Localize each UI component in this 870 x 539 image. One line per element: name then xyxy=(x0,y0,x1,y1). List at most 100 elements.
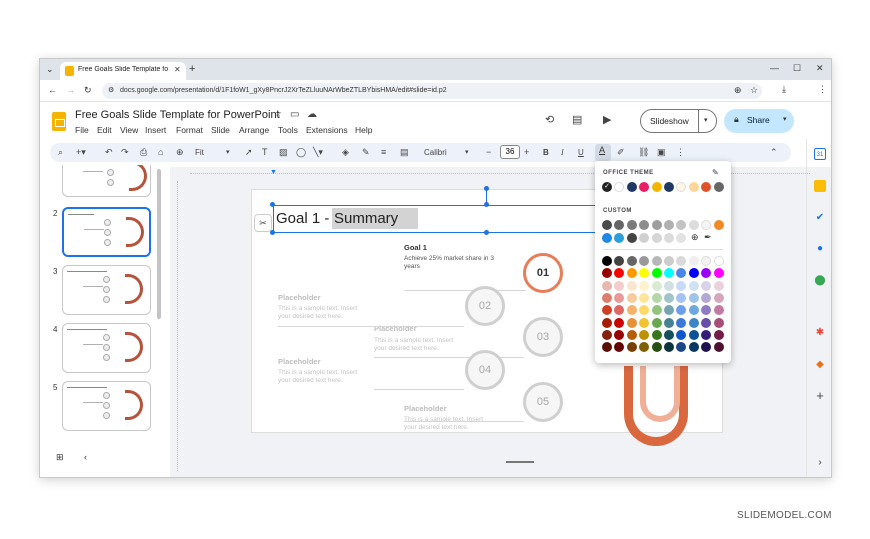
slides-logo-icon[interactable] xyxy=(52,112,66,131)
palette-color-swatch[interactable] xyxy=(602,280,612,291)
calendar-icon[interactable]: 31 xyxy=(814,148,826,160)
custom-color-swatch[interactable] xyxy=(614,220,625,230)
palette-color-swatch[interactable] xyxy=(614,329,625,340)
custom-color-swatch[interactable] xyxy=(602,220,612,230)
palette-color-swatch[interactable] xyxy=(701,292,712,303)
share-button[interactable]: 🔒︎ Share ▾ xyxy=(724,109,794,133)
link-icon[interactable]: ⛓ xyxy=(638,146,649,159)
menu-help[interactable]: Help xyxy=(355,125,372,135)
resize-handle[interactable] xyxy=(484,230,489,235)
addon-asterisk-icon[interactable]: ✱ xyxy=(814,327,826,339)
palette-color-swatch[interactable] xyxy=(626,292,637,303)
panel-scrollbar[interactable] xyxy=(157,169,161,319)
palette-color-swatch[interactable] xyxy=(651,305,662,316)
rotate-handle[interactable] xyxy=(484,186,489,191)
custom-color-swatch[interactable] xyxy=(676,220,687,230)
slide-thumbnail-4[interactable] xyxy=(62,323,151,373)
palette-color-swatch[interactable] xyxy=(676,268,687,279)
menu-tools[interactable]: Tools xyxy=(278,125,298,135)
palette-color-swatch[interactable] xyxy=(651,256,662,266)
palette-color-swatch[interactable] xyxy=(688,256,699,266)
palette-color-swatch[interactable] xyxy=(664,280,674,291)
palette-color-swatch[interactable] xyxy=(688,280,699,291)
redo-icon[interactable]: ↷ xyxy=(121,146,129,159)
slideshow-dropdown-icon[interactable]: ▾ xyxy=(704,117,708,124)
palette-color-swatch[interactable] xyxy=(626,256,637,266)
custom-color-swatch[interactable] xyxy=(664,233,674,243)
slideshow-button[interactable]: Slideshow ▾ xyxy=(640,109,717,133)
palette-color-swatch[interactable] xyxy=(713,280,724,291)
palette-color-swatch[interactable] xyxy=(626,317,637,328)
palette-color-swatch[interactable] xyxy=(614,292,625,303)
add-custom-color-icon[interactable]: ⊕ xyxy=(691,233,699,242)
palette-color-swatch[interactable] xyxy=(664,256,674,266)
maximize-icon[interactable]: ☐ xyxy=(793,64,801,73)
image-icon[interactable]: ▨ xyxy=(279,146,288,159)
palette-color-swatch[interactable] xyxy=(614,305,625,316)
italic-button[interactable]: I xyxy=(561,146,564,159)
palette-color-swatch[interactable] xyxy=(713,292,724,303)
zoom-dropdown-icon[interactable]: ▾ xyxy=(226,146,230,159)
custom-color-swatch[interactable] xyxy=(664,220,674,230)
palette-color-swatch[interactable] xyxy=(639,317,650,328)
download-icon[interactable]: ⤓ xyxy=(782,85,786,94)
title-textbox[interactable]: Goal 1 - Summary xyxy=(273,205,603,233)
menu-format[interactable]: Format xyxy=(176,125,203,135)
palette-color-swatch[interactable] xyxy=(664,268,674,279)
share-dropdown-icon[interactable]: ▾ xyxy=(783,116,787,123)
menu-view[interactable]: View xyxy=(120,125,138,135)
paint-format-icon[interactable]: ⌂ xyxy=(158,146,163,159)
custom-color-swatch[interactable] xyxy=(651,220,662,230)
palette-color-swatch[interactable] xyxy=(676,280,687,291)
add-comment-icon[interactable]: ▣ xyxy=(657,146,666,159)
theme-color-swatch[interactable] xyxy=(676,182,687,192)
back-icon[interactable]: ← xyxy=(48,86,57,95)
palette-color-swatch[interactable] xyxy=(602,329,612,340)
custom-color-swatch[interactable] xyxy=(688,220,699,230)
font-dropdown-icon[interactable]: ▾ xyxy=(465,146,469,159)
palette-color-swatch[interactable] xyxy=(676,256,687,266)
custom-color-swatch[interactable] xyxy=(626,220,637,230)
font-select[interactable]: Calibri xyxy=(424,146,447,159)
custom-color-swatch[interactable] xyxy=(651,233,662,243)
maps-icon[interactable]: ⬤ xyxy=(814,275,826,287)
bookmark-star-icon[interactable]: ☆ xyxy=(750,86,758,95)
palette-color-swatch[interactable] xyxy=(602,292,612,303)
tasks-icon[interactable]: ✔ xyxy=(814,212,826,224)
palette-color-swatch[interactable] xyxy=(713,305,724,316)
custom-color-swatch[interactable] xyxy=(626,233,637,243)
palette-color-swatch[interactable] xyxy=(626,268,637,279)
palette-color-swatch[interactable] xyxy=(639,342,650,353)
palette-color-swatch[interactable] xyxy=(701,268,712,279)
custom-color-swatch[interactable] xyxy=(676,233,687,243)
close-window-icon[interactable]: ✕ xyxy=(816,64,824,73)
minimize-icon[interactable]: — xyxy=(770,64,779,73)
print-icon[interactable]: ⎙ xyxy=(140,146,147,159)
palette-color-swatch[interactable] xyxy=(602,305,612,316)
cloud-status-icon[interactable]: ☁ xyxy=(307,109,317,120)
palette-color-swatch[interactable] xyxy=(639,256,650,266)
grid-view-icon[interactable]: ⊞ xyxy=(56,453,64,462)
addon-office-icon[interactable]: ◆ xyxy=(814,359,826,371)
palette-color-swatch[interactable] xyxy=(701,280,712,291)
palette-color-swatch[interactable] xyxy=(688,292,699,303)
palette-color-swatch[interactable] xyxy=(713,256,724,266)
palette-color-swatch[interactable] xyxy=(651,292,662,303)
palette-color-swatch[interactable] xyxy=(651,329,662,340)
palette-color-swatch[interactable] xyxy=(614,268,625,279)
bold-button[interactable]: B xyxy=(543,146,549,159)
star-icon[interactable]: ☆ xyxy=(273,109,282,120)
move-folder-icon[interactable]: ▭ xyxy=(290,109,299,120)
palette-color-swatch[interactable] xyxy=(626,280,637,291)
ruler-indent-marker[interactable]: ▼ xyxy=(270,169,277,176)
menu-slide[interactable]: Slide xyxy=(211,125,230,135)
palette-color-swatch[interactable] xyxy=(614,342,625,353)
palette-color-swatch[interactable] xyxy=(676,329,687,340)
speaker-notes-handle[interactable] xyxy=(506,461,534,463)
comments-icon[interactable]: ▤ xyxy=(572,113,582,126)
more-icon[interactable]: ⋮ xyxy=(676,146,685,159)
slide-thumbnail-5[interactable] xyxy=(62,381,151,431)
menu-insert[interactable]: Insert xyxy=(145,125,166,135)
theme-color-swatch[interactable] xyxy=(614,182,625,192)
palette-color-swatch[interactable] xyxy=(651,268,662,279)
